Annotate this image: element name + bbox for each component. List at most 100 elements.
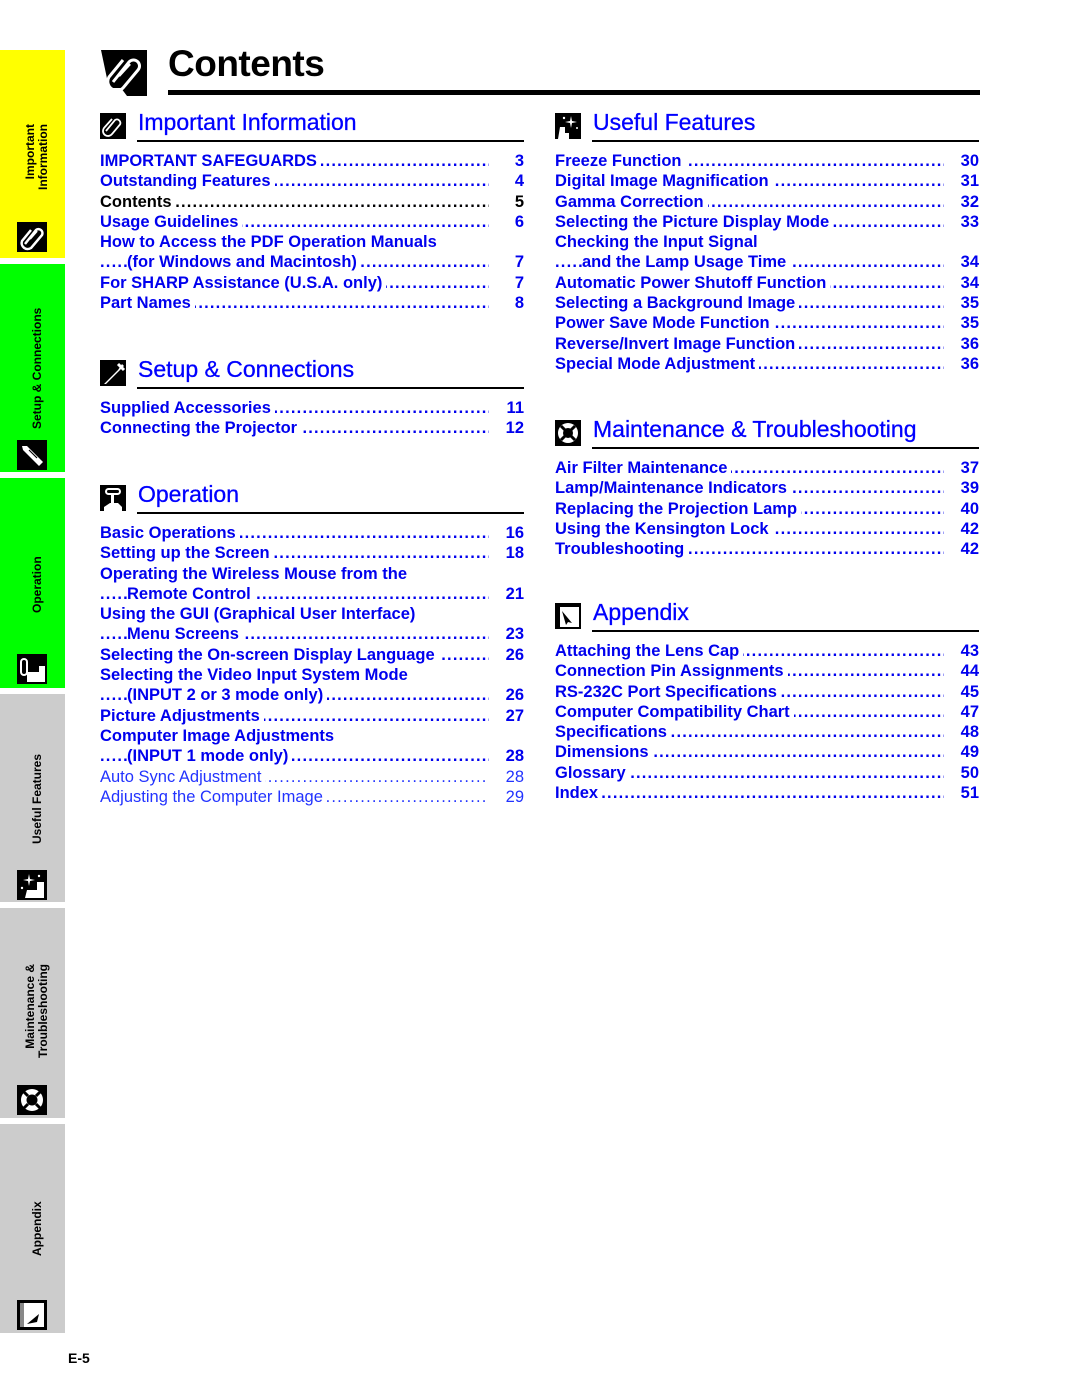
toc-entry[interactable]: Outstanding Features....................… xyxy=(100,171,525,192)
toc-entry-title[interactable]: Selecting the Picture Display Mode xyxy=(555,211,834,233)
toc-entry[interactable]: Usage Guidelines........................… xyxy=(100,211,525,233)
toc-entry[interactable]: Setting up the Screen...................… xyxy=(100,543,525,564)
toc-entry[interactable]: Automatic Power Shutoff Function........… xyxy=(555,272,980,294)
toc-entry[interactable]: Index...................................… xyxy=(555,783,980,804)
toc-entry-title[interactable]: Part Names xyxy=(100,293,195,314)
toc-entry[interactable]: Part Names..............................… xyxy=(100,293,525,314)
toc-entry-page[interactable]: 4 xyxy=(490,171,524,191)
toc-entry-title[interactable]: Replacing the Projection Lamp xyxy=(555,498,802,519)
toc-entry[interactable]: Basic Operations........................… xyxy=(100,523,525,544)
toc-entry-title[interactable]: Menu Screens xyxy=(127,624,243,645)
toc-entry[interactable]: Dimensions..............................… xyxy=(555,742,980,763)
toc-entry[interactable]: Selecting the Picture Display Mode......… xyxy=(555,211,980,233)
toc-entry-title[interactable]: (for Windows and Macintosh) xyxy=(127,252,361,273)
toc-entry-page[interactable]: 26 xyxy=(490,645,524,665)
toc-entry-page[interactable]: 28 xyxy=(490,767,524,787)
toc-entry[interactable]: Remote Control..........................… xyxy=(100,583,525,605)
toc-entry[interactable]: Replacing the Projection Lamp...........… xyxy=(555,498,980,519)
toc-entry[interactable]: Using the Kensington Lock...............… xyxy=(555,518,980,540)
toc-entry[interactable]: Computer Image Adjustments..............… xyxy=(100,725,525,747)
toc-entry-title[interactable]: Basic Operations xyxy=(100,523,240,544)
toc-entry-title[interactable]: Selecting the Video Input System Mode xyxy=(100,665,412,686)
toc-entry-page[interactable]: 32 xyxy=(945,192,979,212)
toc-entry-title[interactable]: Selecting the On-screen Display Language xyxy=(100,644,439,666)
side-tab-operation[interactable]: Operation xyxy=(0,478,65,688)
toc-entry-page[interactable]: 48 xyxy=(945,722,979,742)
toc-entry[interactable]: Glossary................................… xyxy=(555,762,980,784)
toc-entry[interactable]: Troubleshooting.........................… xyxy=(555,539,980,560)
toc-entry-title[interactable]: (INPUT 2 or 3 mode only) xyxy=(127,685,328,706)
toc-entry-page[interactable]: 30 xyxy=(945,151,979,171)
toc-entry-page[interactable]: 3 xyxy=(490,151,524,171)
toc-entry-title[interactable]: Gamma Correction xyxy=(555,191,708,212)
toc-entry-title[interactable]: Remote Control xyxy=(127,583,255,605)
toc-entry-page[interactable]: 36 xyxy=(945,354,979,374)
toc-entry-page[interactable]: 11 xyxy=(490,398,524,418)
toc-entry-title[interactable]: Supplied Accessories xyxy=(100,398,275,419)
toc-entry-title[interactable]: Computer Image Adjustments xyxy=(100,725,339,747)
toc-entry[interactable]: Selecting the Video Input System Mode...… xyxy=(100,665,525,686)
toc-entry-page[interactable]: 49 xyxy=(945,742,979,762)
toc-entry[interactable]: Contents................................… xyxy=(100,191,525,212)
toc-entry[interactable]: (INPUT 1 mode only).....................… xyxy=(100,746,525,767)
toc-entry-title[interactable]: How to Access the PDF Operation Manuals xyxy=(100,232,441,253)
toc-entry-page[interactable]: 40 xyxy=(945,499,979,519)
toc-entry[interactable]: Operating the Wireless Mouse from the...… xyxy=(100,563,525,584)
toc-entry-page[interactable]: 7 xyxy=(490,252,524,272)
toc-entry[interactable]: Supplied Accessories....................… xyxy=(100,398,525,419)
toc-entry-title[interactable]: Setting up the Screen xyxy=(100,543,274,564)
toc-entry[interactable]: Gamma Correction........................… xyxy=(555,191,980,212)
toc-entry-title[interactable]: Selecting a Background Image xyxy=(555,293,800,314)
toc-entry[interactable]: Specifications..........................… xyxy=(555,722,980,743)
toc-entry[interactable]: Selecting the On-screen Display Language… xyxy=(100,644,525,666)
toc-entry-title[interactable]: Digital Image Magnification xyxy=(555,171,773,192)
toc-entry[interactable]: Computer Compatibility Chart............… xyxy=(555,701,980,723)
toc-entry-page[interactable]: 8 xyxy=(490,293,524,313)
toc-entry[interactable]: Picture Adjustments.....................… xyxy=(100,705,525,726)
toc-entry[interactable]: IMPORTANT SAFEGUARDS....................… xyxy=(100,151,525,172)
toc-entry-title[interactable]: Automatic Power Shutoff Function xyxy=(555,272,831,294)
toc-entry[interactable]: Power Save Mode Function................… xyxy=(555,313,980,334)
toc-entry-page[interactable]: 35 xyxy=(945,293,979,313)
toc-entry[interactable]: Connection Pin Assignments..............… xyxy=(555,661,980,682)
toc-entry-title[interactable]: and the Lamp Usage Time xyxy=(582,252,791,273)
toc-entry-page[interactable]: 44 xyxy=(945,661,979,681)
toc-entry-title[interactable]: Adjusting the Computer Image xyxy=(100,786,327,808)
toc-entry[interactable]: Air Filter Maintenance..................… xyxy=(555,458,980,479)
toc-entry[interactable]: Menu Screens............................… xyxy=(100,624,525,645)
toc-entry[interactable]: Auto Sync Adjustment....................… xyxy=(100,766,525,787)
toc-entry-title[interactable]: Picture Adjustments xyxy=(100,705,264,726)
toc-entry-title[interactable]: Checking the Input Signal xyxy=(555,232,762,253)
side-tab-setup-connections[interactable]: Setup & Connections xyxy=(0,264,65,472)
toc-entry[interactable]: (for Windows and Macintosh).............… xyxy=(100,252,525,273)
toc-entry-title[interactable]: Glossary xyxy=(555,762,630,784)
toc-entry-title[interactable]: (INPUT 1 mode only) xyxy=(127,746,293,767)
toc-entry-title[interactable]: Air Filter Maintenance xyxy=(555,458,732,479)
toc-entry-page[interactable]: 16 xyxy=(490,523,524,543)
toc-entry[interactable]: Digital Image Magnification.............… xyxy=(555,171,980,192)
toc-entry[interactable]: Reverse/Invert Image Function...........… xyxy=(555,333,980,354)
toc-entry[interactable]: Special Mode Adjustment.................… xyxy=(555,353,980,375)
toc-entry-page[interactable]: 39 xyxy=(945,478,979,498)
toc-entry-page[interactable]: 51 xyxy=(945,783,979,803)
toc-entry-page[interactable]: 33 xyxy=(945,212,979,232)
toc-entry-title[interactable]: Auto Sync Adjustment xyxy=(100,766,266,787)
toc-entry-title[interactable]: IMPORTANT SAFEGUARDS xyxy=(100,151,321,172)
toc-entry[interactable]: How to Access the PDF Operation Manuals.… xyxy=(100,232,525,253)
toc-entry-page[interactable]: 47 xyxy=(945,702,979,722)
toc-entry[interactable]: Lamp/Maintenance Indicators.............… xyxy=(555,478,980,499)
toc-entry[interactable]: (INPUT 2 or 3 mode only)................… xyxy=(100,685,525,706)
toc-entry[interactable]: Attaching the Lens Cap..................… xyxy=(555,641,980,662)
toc-entry[interactable]: Using the GUI (Graphical User Interface)… xyxy=(100,604,525,625)
toc-entry-page[interactable]: 45 xyxy=(945,682,979,702)
toc-entry-title[interactable]: Lamp/Maintenance Indicators xyxy=(555,478,791,499)
toc-entry-page[interactable]: 34 xyxy=(945,252,979,272)
toc-entry-title[interactable]: Using the GUI (Graphical User Interface) xyxy=(100,604,420,625)
toc-entry[interactable]: For SHARP Assistance (U.S.A. only)......… xyxy=(100,272,525,294)
toc-entry-title[interactable]: Power Save Mode Function xyxy=(555,313,774,334)
side-tab-appendix[interactable]: Appendix xyxy=(0,1124,65,1333)
toc-entry-page[interactable]: 27 xyxy=(490,706,524,726)
toc-entry-title[interactable]: Using the Kensington Lock xyxy=(555,518,773,540)
toc-entry-title[interactable]: Outstanding Features xyxy=(100,171,275,192)
toc-entry-title[interactable]: Troubleshooting xyxy=(555,539,689,560)
